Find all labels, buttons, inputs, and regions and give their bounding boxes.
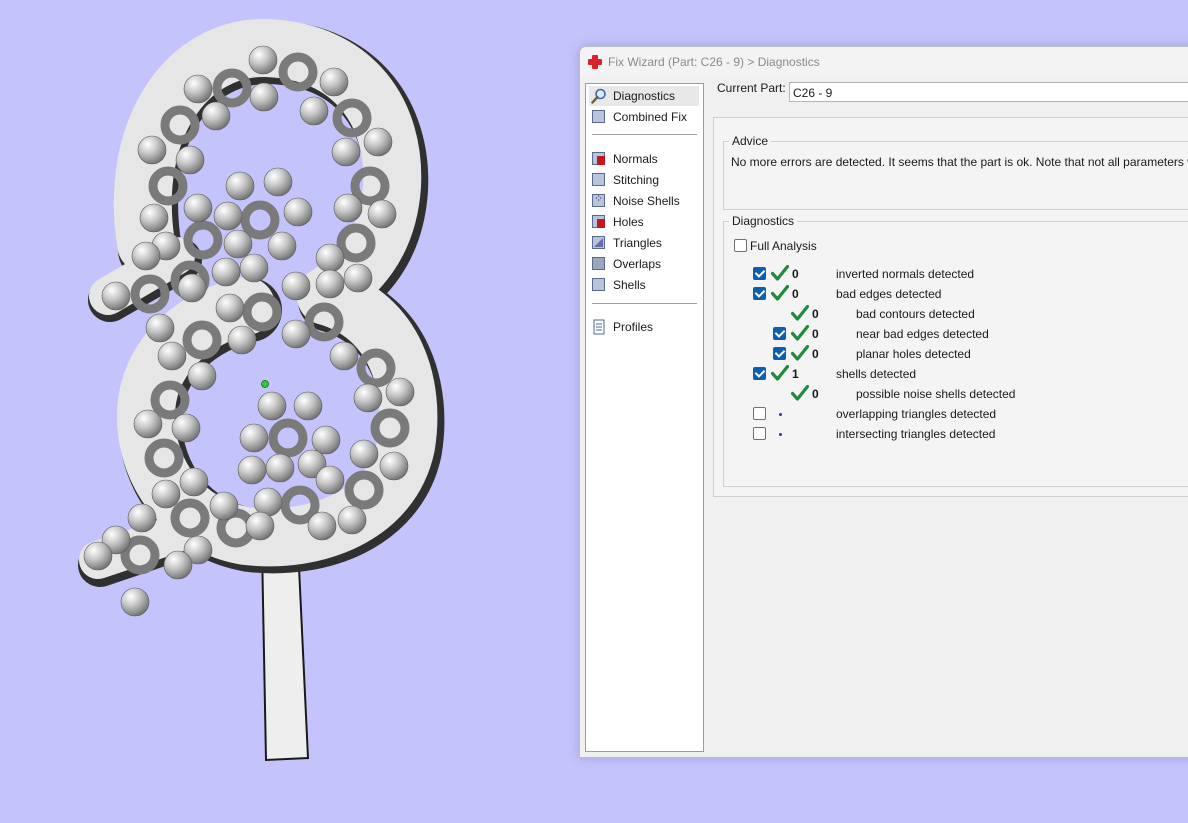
- green-check-icon: [790, 304, 810, 321]
- triangles-cube-icon: [591, 235, 607, 251]
- magnifier-icon: [591, 88, 607, 104]
- diagnostic-label: bad edges detected: [836, 287, 942, 301]
- diagnostic-label: near bad edges detected: [856, 327, 989, 341]
- noise-shells-icon: [591, 192, 607, 209]
- document-icon: [591, 319, 607, 335]
- diagnostic-checkbox[interactable]: [753, 267, 766, 280]
- current-part-field[interactable]: C26 - 9: [789, 82, 1188, 102]
- title-bar[interactable]: Fix Wizard (Part: C26 - 9) > Diagnostics: [580, 47, 1188, 77]
- nav-label-triangles: Triangles: [613, 236, 662, 250]
- diagnostic-count: 1: [792, 367, 799, 381]
- normals-cube-icon: [591, 151, 607, 167]
- nav-label-overlaps: Overlaps: [613, 257, 662, 271]
- part-model-render: [78, 19, 445, 762]
- nav-item-combined-fix[interactable]: Combined Fix: [589, 107, 699, 127]
- current-part-label: Current Part:: [717, 81, 786, 95]
- diagnostic-checkbox[interactable]: [753, 427, 766, 440]
- advice-text: No more errors are detected. It seems th…: [731, 155, 1188, 169]
- green-check-icon: [770, 364, 790, 381]
- green-check-icon: [770, 264, 790, 281]
- diagnostic-count: 0: [812, 387, 819, 401]
- pivot-marker[interactable]: [261, 380, 269, 388]
- nav-divider: [592, 134, 697, 135]
- advice-group: Advice No more errors are detected. It s…: [723, 134, 1188, 210]
- diagnostic-label: shells detected: [836, 367, 917, 381]
- diagnostic-label: planar holes detected: [856, 347, 971, 361]
- nav-label-combined-fix: Combined Fix: [613, 110, 688, 124]
- nav-item-triangles[interactable]: Triangles: [589, 233, 699, 253]
- window-title: Fix Wizard (Part: C26 - 9) > Diagnostics: [608, 55, 820, 69]
- nav-item-profiles[interactable]: Profiles: [589, 317, 699, 337]
- nav-item-normals[interactable]: Normals: [589, 149, 699, 169]
- diagnostic-checkbox[interactable]: [773, 327, 786, 340]
- diagnostic-count: 0: [792, 267, 799, 281]
- advice-title: Advice: [729, 134, 772, 148]
- nav-item-diagnostics[interactable]: Diagnostics: [589, 86, 699, 106]
- diagnostic-count: 0: [812, 307, 819, 321]
- nav-item-stitching[interactable]: Stitching: [589, 170, 699, 190]
- diagnostic-label: intersecting triangles detected: [836, 427, 996, 441]
- nav-label-stitching: Stitching: [613, 173, 660, 187]
- diagnostic-count: 0: [792, 287, 799, 301]
- nav-label-normals: Normals: [613, 152, 658, 166]
- full-analysis-checkbox[interactable]: [734, 239, 747, 252]
- cube-icon: [591, 109, 607, 125]
- diagnostic-count: 0: [812, 327, 819, 341]
- shells-cube-icon: [591, 277, 607, 293]
- green-check-icon: [790, 384, 810, 401]
- 3d-viewport[interactable]: [0, 0, 578, 823]
- green-check-icon: [790, 344, 810, 361]
- diagnostic-checkbox[interactable]: [753, 407, 766, 420]
- diagnostic-label: bad contours detected: [856, 307, 975, 321]
- diagnostic-label: overlapping triangles detected: [836, 407, 997, 421]
- fix-wizard-window: Fix Wizard (Part: C26 - 9) > Diagnostics…: [579, 46, 1188, 758]
- nav-item-shells[interactable]: Shells: [589, 275, 699, 295]
- status-dot-icon: [779, 413, 782, 416]
- nav-label-profiles: Profiles: [613, 320, 654, 334]
- stitching-cube-icon: [591, 172, 607, 188]
- green-check-icon: [770, 284, 790, 301]
- green-check-icon: [790, 324, 810, 341]
- nav-divider: [592, 303, 697, 304]
- diagnostic-label: inverted normals detected: [836, 267, 975, 281]
- nav-label-holes: Holes: [613, 215, 644, 229]
- diagnostic-count: 0: [812, 347, 819, 361]
- nav-item-overlaps[interactable]: Overlaps: [589, 254, 699, 274]
- diagnostics-panel: Advice No more errors are detected. It s…: [713, 117, 1188, 497]
- nav-label-shells: Shells: [613, 278, 646, 292]
- red-cross-icon: [588, 55, 602, 69]
- full-analysis-label: Full Analysis: [750, 239, 817, 253]
- nav-label-diagnostics: Diagnostics: [613, 89, 676, 103]
- diagnostic-checkbox[interactable]: [753, 287, 766, 300]
- status-dot-icon: [779, 433, 782, 436]
- diagnostic-checkbox[interactable]: [753, 367, 766, 380]
- diagnostic-checkbox[interactable]: [773, 347, 786, 360]
- nav-label-noise-shells: Noise Shells: [613, 194, 680, 208]
- nav-item-holes[interactable]: Holes: [589, 212, 699, 232]
- nav-item-noise-shells[interactable]: Noise Shells: [589, 191, 699, 211]
- holes-cube-icon: [591, 214, 607, 230]
- overlaps-cube-icon: [591, 256, 607, 272]
- diagnostics-title: Diagnostics: [729, 214, 798, 228]
- diagnostics-group: Diagnostics Full Analysis 0 inverted norm…: [723, 214, 1188, 487]
- diagnostic-label: possible noise shells detected: [856, 387, 1016, 401]
- wizard-nav-list: Diagnostics Combined Fix Normals Stitchi…: [585, 83, 704, 752]
